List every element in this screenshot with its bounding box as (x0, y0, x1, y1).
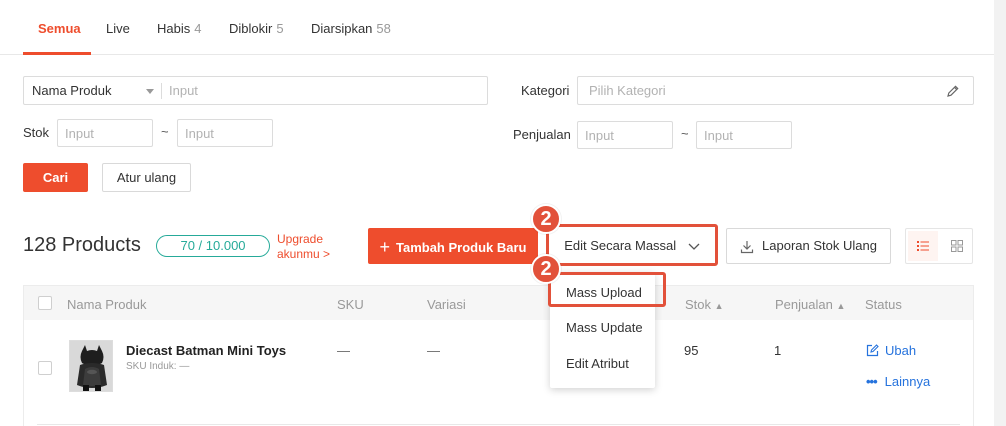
status-tabs: Semua Live Habis 4 Diblokir 5 Diarsipkan 58 (0, 0, 1006, 55)
list-icon (917, 241, 929, 251)
quota-badge: 70 / 10.000 (156, 235, 270, 257)
edit-product-link[interactable]: Ubah (866, 343, 916, 358)
tab-semua[interactable]: Semua (38, 21, 81, 36)
kategori-label: Kategori (521, 83, 570, 98)
sort-icon: ▲︎ (714, 301, 724, 311)
stok-cell: 95 (684, 343, 699, 358)
stock-report-button[interactable]: Laporan Stok Ulang (726, 228, 891, 264)
tab-count: 58 (376, 21, 391, 36)
tab-habis[interactable]: Habis 4 (157, 21, 201, 36)
add-product-label: Tambah Produk Baru (396, 240, 527, 255)
search-button[interactable]: Cari (23, 163, 88, 192)
product-list-panel: Semua Live Habis 4 Diblokir 5 Diarsipkan 58… (0, 0, 1006, 426)
header-status: Status (865, 297, 902, 312)
stock-report-label: Laporan Stok Ulang (762, 238, 877, 253)
sort-icon: ▲︎ (836, 301, 846, 311)
product-search-group: Nama Produk Input (23, 76, 488, 105)
table-body (23, 320, 974, 426)
parent-sku: SKU Induk: — (126, 361, 190, 372)
products-count: 128 Products (23, 234, 141, 256)
penjualan-label: Penjualan (513, 127, 571, 142)
list-view-button[interactable] (908, 231, 938, 261)
sku-cell: — (337, 343, 350, 358)
pencil-icon (947, 85, 959, 97)
highlight-frame (548, 272, 666, 307)
grid-view-button[interactable] (942, 231, 972, 261)
product-name[interactable]: Diecast Batman Mini Toys (126, 343, 286, 358)
header-variasi: Variasi (427, 297, 466, 312)
step-badge: 2 (531, 204, 561, 234)
placeholder: Input (585, 128, 614, 143)
header-nama-produk: Nama Produk (67, 297, 147, 312)
variasi-cell: — (427, 343, 440, 358)
kategori-select[interactable]: Pilih Kategori (577, 76, 974, 105)
product-thumbnail[interactable] (69, 340, 113, 392)
stok-max-input[interactable]: Input (177, 119, 273, 147)
menu-item-edit-atribut[interactable]: Edit Atribut (566, 356, 629, 371)
tab-diarsipkan[interactable]: Diarsipkan 58 (311, 21, 391, 36)
placeholder: Input (704, 128, 733, 143)
more-label: Lainnya (884, 374, 931, 389)
divider (161, 83, 162, 99)
vertical-scrollbar[interactable] (994, 0, 1006, 426)
select-all-checkbox[interactable] (38, 296, 52, 310)
menu-item-mass-update[interactable]: Mass Update (566, 320, 643, 335)
product-search-input[interactable]: Input (169, 83, 198, 98)
penjualan-min-input[interactable]: Input (577, 121, 673, 149)
active-tab-indicator (23, 52, 91, 55)
add-product-button[interactable]: + Tambah Produk Baru (368, 228, 538, 264)
header-sku: SKU (337, 297, 364, 312)
penjualan-cell: 1 (774, 343, 782, 358)
tab-count: 4 (194, 21, 202, 36)
stok-min-input[interactable]: Input (57, 119, 153, 147)
edit-label: Ubah (885, 343, 917, 358)
tab-count: 5 (276, 21, 284, 36)
highlight-frame (546, 224, 718, 266)
search-field-select[interactable]: Nama Produk (32, 83, 111, 98)
tab-diblokir[interactable]: Diblokir 5 (229, 21, 284, 36)
row-divider (37, 424, 960, 425)
download-icon (740, 240, 754, 253)
batman-figure-image (70, 341, 112, 391)
header-penjualan[interactable]: Penjualan ▲︎ (775, 297, 845, 312)
plus-icon: + (379, 237, 390, 257)
chevron-down-icon (146, 89, 154, 94)
range-separator: ~ (681, 126, 689, 141)
row-checkbox[interactable] (38, 361, 52, 375)
grid-icon (951, 240, 963, 252)
more-dots-icon: ••• (866, 374, 878, 389)
kategori-placeholder: Pilih Kategori (589, 83, 666, 98)
header-stok[interactable]: Stok ▲︎ (685, 297, 724, 312)
tab-live[interactable]: Live (106, 21, 130, 36)
upgrade-link[interactable]: Upgrade (277, 232, 323, 246)
range-separator: ~ (161, 124, 169, 139)
stok-label: Stok (23, 125, 50, 140)
reset-button[interactable]: Atur ulang (102, 163, 191, 192)
penjualan-max-input[interactable]: Input (696, 121, 792, 149)
more-actions-link[interactable]: ••• Lainnya (866, 374, 930, 389)
edit-icon (866, 344, 879, 357)
view-toggle (905, 228, 973, 264)
placeholder: Input (65, 126, 94, 141)
placeholder: Input (185, 126, 214, 141)
step-badge: 2 (531, 254, 561, 284)
upgrade-link[interactable]: akunmu > (277, 247, 330, 261)
table-header: Nama Produk SKU Variasi Stok ▲︎ Penjuala… (23, 285, 974, 321)
